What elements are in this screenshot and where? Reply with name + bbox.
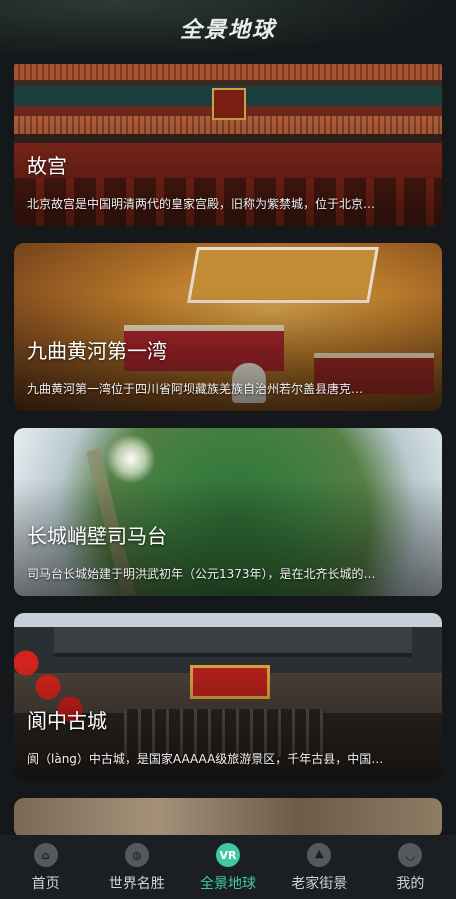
- nav-home[interactable]: ⌂ 首页: [0, 835, 91, 899]
- nav-label: 我的: [396, 876, 425, 892]
- planet-icon: ◍: [124, 843, 149, 867]
- card-title: 长城峭壁司马台: [27, 524, 167, 548]
- card-next-partial[interactable]: [14, 798, 442, 838]
- nav-world-sights[interactable]: ◍ 世界名胜: [91, 835, 182, 899]
- map-icon: ⛰: [307, 843, 332, 867]
- scenic-list[interactable]: 故宫 北京故宫是中国明清两代的皇家宫殿，旧称为紫禁城，位于北京… 九曲黄河第一湾…: [14, 58, 442, 838]
- card-title: 故宫: [27, 154, 67, 178]
- card-simatai[interactable]: 长城峭壁司马台 司马台长城始建于明洪武初年（公元1373年），是在北齐长城的…: [14, 428, 442, 596]
- card-jiuqu[interactable]: 九曲黄河第一湾 九曲黄河第一湾位于四川省阿坝藏族羌族自治州若尔盖县唐克…: [14, 243, 442, 411]
- card-description: 北京故宫是中国明清两代的皇家宫殿，旧称为紫禁城，位于北京…: [27, 197, 376, 211]
- card-description: 九曲黄河第一湾位于四川省阿坝藏族羌族自治州若尔盖县唐克…: [27, 382, 364, 396]
- nav-label: 全景地球: [200, 876, 256, 892]
- home-icon: ⌂: [33, 843, 58, 867]
- card-description: 阆（làng）中古城，是国家AAAAA级旅游景区，千年古县，中国…: [27, 752, 384, 766]
- profile-icon: ◡: [398, 843, 423, 867]
- card-title: 阆中古城: [27, 709, 107, 733]
- card-gugong[interactable]: 故宫 北京故宫是中国明清两代的皇家宫殿，旧称为紫禁城，位于北京…: [14, 58, 442, 226]
- card-title: 九曲黄河第一湾: [27, 339, 167, 363]
- nav-panorama-earth[interactable]: VR 全景地球: [182, 835, 273, 899]
- nav-profile[interactable]: ◡ 我的: [365, 835, 456, 899]
- card-image: [14, 798, 442, 838]
- card-description: 司马台长城始建于明洪武初年（公元1373年），是在北齐长城的…: [27, 567, 376, 581]
- page-title: 全景地球: [179, 18, 276, 43]
- nav-label: 世界名胜: [108, 876, 165, 892]
- vr-icon: VR: [216, 843, 240, 867]
- nav-label: 首页: [31, 876, 60, 892]
- bottom-nav: ⌂ 首页 ◍ 世界名胜 VR 全景地球 ⛰ 老家街景 ◡ 我的: [0, 835, 456, 899]
- nav-hometown-streetview[interactable]: ⛰ 老家街景: [274, 835, 365, 899]
- card-langzhong[interactable]: 阆中古城 阆（làng）中古城，是国家AAAAA级旅游景区，千年古县，中国…: [14, 613, 442, 781]
- nav-label: 老家街景: [291, 876, 348, 892]
